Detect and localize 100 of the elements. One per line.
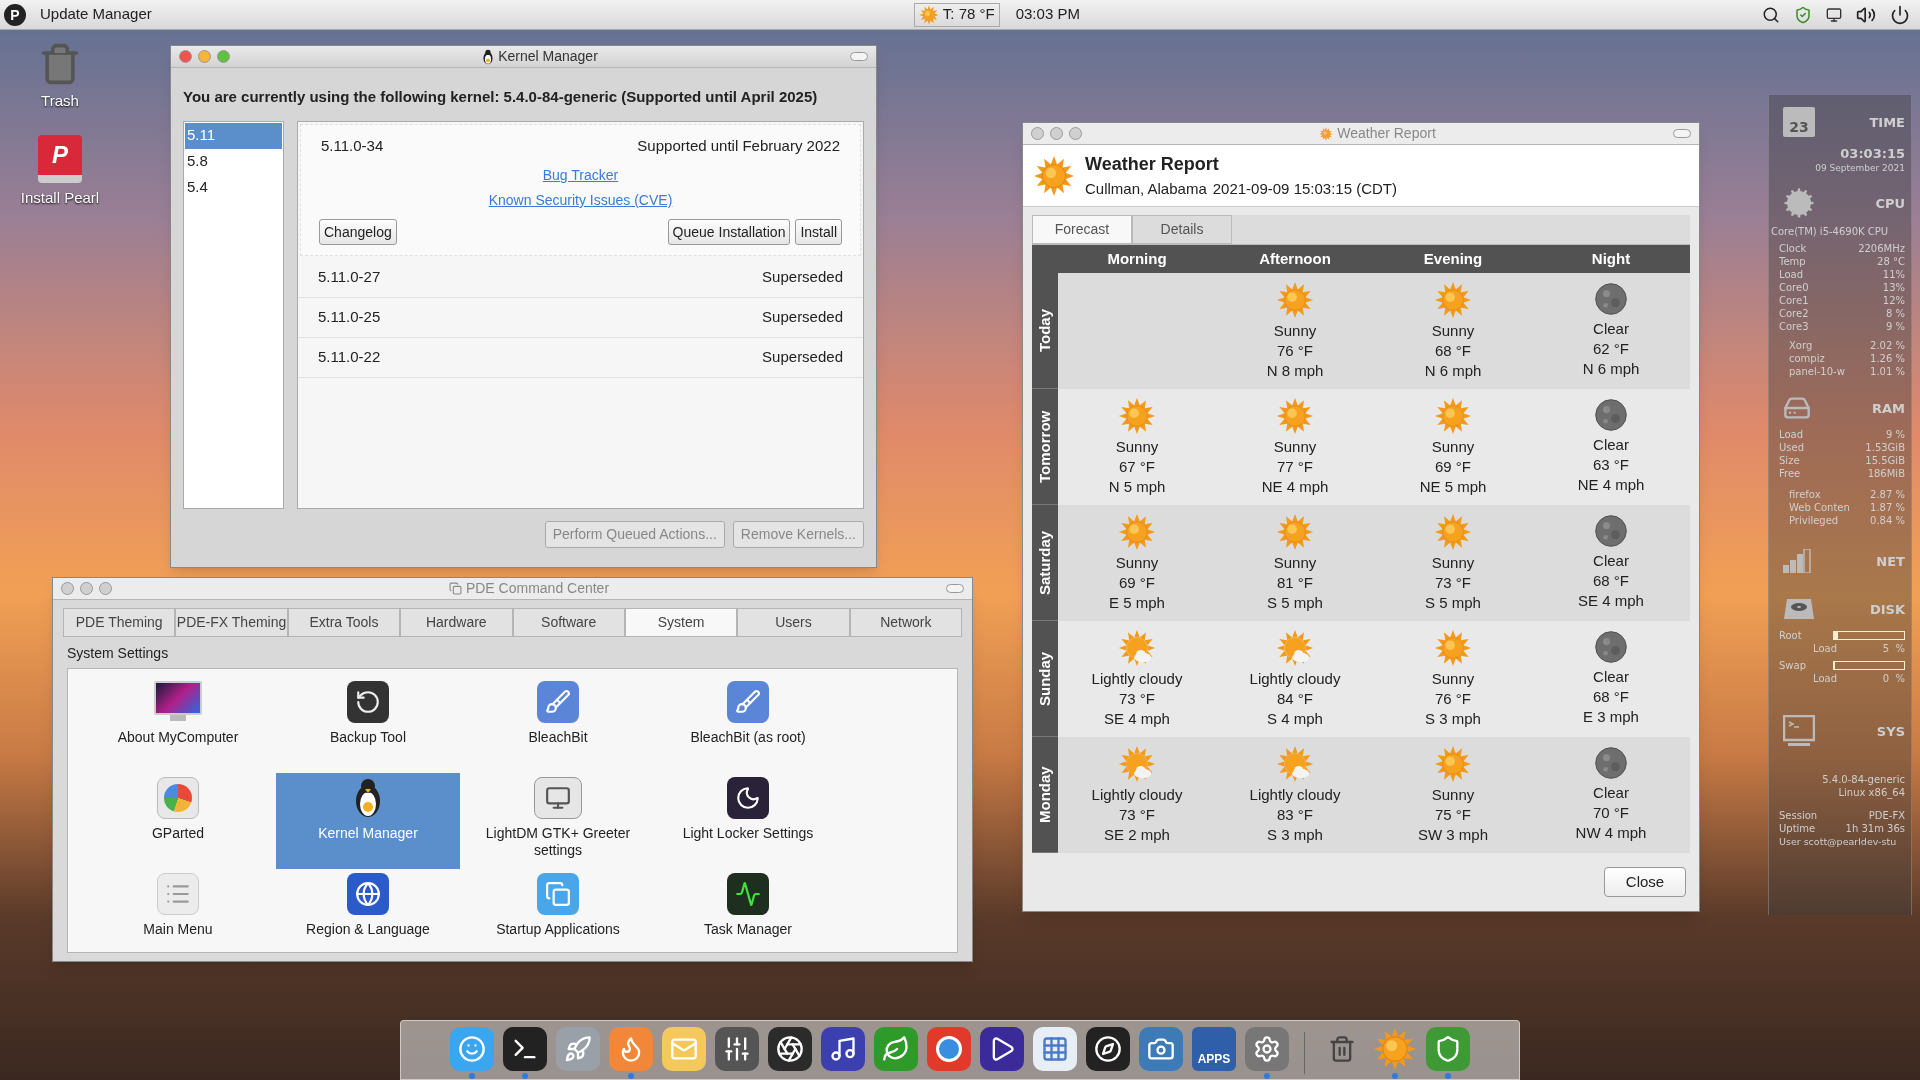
- stat-label: firefox: [1789, 488, 1821, 501]
- finder-dock-icon[interactable]: [450, 1027, 494, 1071]
- close-button[interactable]: [179, 50, 192, 63]
- condition-text: Clear: [1593, 435, 1629, 455]
- kernel-version: 5.11.0-22: [318, 347, 381, 368]
- minimize-button[interactable]: [1050, 127, 1063, 140]
- weather-tab[interactable]: Details: [1132, 215, 1232, 244]
- music-dock-icon[interactable]: [821, 1027, 865, 1071]
- pulse-monitor-icon: [727, 873, 769, 915]
- mixer-dock-icon[interactable]: [715, 1027, 759, 1071]
- kernel-series-item[interactable]: 5.4: [185, 174, 282, 201]
- window-title: PDE Command Center: [465, 579, 610, 598]
- wind-text: E 3 mph: [1583, 707, 1639, 727]
- logo-icon[interactable]: P: [4, 3, 26, 26]
- kernel-action-button[interactable]: Queue Installation: [667, 219, 791, 245]
- toolbar-toggle-button[interactable]: [1673, 129, 1691, 138]
- kernel-action-button[interactable]: Install: [795, 219, 842, 245]
- leaf-dock-icon[interactable]: [874, 1027, 918, 1071]
- kernel-row[interactable]: 5.11.0-22 Superseded: [298, 338, 863, 378]
- settings-tab[interactable]: Software: [512, 608, 625, 637]
- kernel-link[interactable]: Known Security Issues (CVE): [488, 190, 673, 211]
- section-heading: CPU: [1875, 196, 1905, 210]
- maximize-button[interactable]: [217, 50, 230, 63]
- sun-cloud-icon: [1118, 745, 1156, 783]
- settings-tab[interactable]: Users: [737, 608, 850, 637]
- settings-item[interactable]: About MyComputer: [86, 677, 270, 773]
- kernel-row[interactable]: 5.11.0-27 Superseded: [298, 258, 863, 298]
- settings-item[interactable]: Backup Tool: [276, 677, 460, 773]
- kernel-row[interactable]: 5.11.0-34 Supported until February 2022 Bug Tracker Known Security Issues (CVE) Changelog Queue Installation Install: [300, 123, 861, 256]
- settings-tab[interactable]: Hardware: [400, 608, 513, 637]
- settings-item[interactable]: Main Menu: [86, 869, 270, 952]
- clock[interactable]: 03:03 PM: [1015, 3, 1080, 26]
- minimize-button[interactable]: [198, 50, 211, 63]
- settings-item[interactable]: Light Locker Settings: [656, 773, 840, 869]
- installer-icon[interactable]: P: [38, 134, 82, 183]
- shield-check-icon[interactable]: [1794, 5, 1812, 24]
- volume-icon[interactable]: [1856, 4, 1876, 25]
- app-store-dock-icon[interactable]: APPS: [1192, 1027, 1236, 1071]
- rocket-dock-icon[interactable]: [556, 1027, 600, 1071]
- maximize-button[interactable]: [1069, 127, 1082, 140]
- weather-indicator[interactable]: T: 78 °F: [913, 2, 1000, 27]
- mail-dock-icon[interactable]: [662, 1027, 706, 1071]
- firefox-dock-icon[interactable]: [609, 1027, 653, 1071]
- settings-item[interactable]: BleachBit: [466, 677, 650, 773]
- stat-label: Core0: [1779, 281, 1809, 294]
- toolbar-toggle-button[interactable]: [850, 52, 868, 61]
- kernel-row[interactable]: 5.11.0-25 Superseded: [298, 298, 863, 338]
- kernel-action-button[interactable]: Changelog: [319, 219, 397, 245]
- condition-text: Sunny: [1115, 553, 1159, 573]
- kernel-link[interactable]: Bug Tracker: [542, 165, 619, 186]
- terminal-dock-icon[interactable]: [503, 1027, 547, 1071]
- record-dock-icon[interactable]: [927, 1027, 971, 1071]
- camera-dock-icon[interactable]: [1139, 1027, 1183, 1071]
- day-label: Tomorrow: [1032, 389, 1058, 505]
- settings-item[interactable]: Task Manager: [656, 869, 840, 952]
- settings-item[interactable]: Startup Applications: [466, 869, 650, 952]
- desktop-icon-label[interactable]: Trash: [41, 90, 79, 113]
- settings-tab[interactable]: PDE Theming: [63, 608, 176, 637]
- stat-value: 2206MHz: [1858, 242, 1905, 255]
- display-icon[interactable]: [1826, 6, 1842, 23]
- maximize-button[interactable]: [99, 582, 112, 595]
- grid-dock-icon[interactable]: [1033, 1027, 1077, 1071]
- minimize-button[interactable]: [80, 582, 93, 595]
- settings-item[interactable]: GParted: [86, 773, 270, 869]
- close-button[interactable]: [61, 582, 74, 595]
- stat-label: Xorg: [1789, 339, 1813, 352]
- settings-item[interactable]: Region & Language: [276, 869, 460, 952]
- stat-label: Core1: [1779, 294, 1809, 307]
- settings-tab[interactable]: PDE-FX Theming: [175, 608, 288, 637]
- wind-text: N 5 mph: [1108, 477, 1166, 497]
- close-button[interactable]: [1031, 127, 1044, 140]
- shield-dock-icon[interactable]: [1426, 1027, 1470, 1071]
- settings-item[interactable]: BleachBit (as root): [656, 677, 840, 773]
- compass-dock-icon[interactable]: [1086, 1027, 1130, 1071]
- kernel-series-item[interactable]: 5.8: [185, 148, 282, 175]
- desktop-icon-label[interactable]: Install Pearl: [20, 186, 100, 209]
- kernel-version: 5.11.0-27: [318, 267, 381, 288]
- stat-label: Load: [1813, 642, 1837, 655]
- stat-value: 1.53GiB: [1865, 441, 1905, 454]
- kernel-status: Superseded: [762, 307, 843, 328]
- settings-item[interactable]: LightDM GTK+ Greeter settings: [466, 773, 650, 869]
- settings-tab[interactable]: System: [624, 608, 738, 637]
- current-kernel-text: You are currently using the following kernel: 5.4.0-84-generic (Supported until April 2025): [183, 87, 819, 107]
- condition-text: Sunny: [1431, 553, 1475, 573]
- search-icon[interactable]: [1762, 5, 1780, 24]
- settings-dock-icon[interactable]: [1245, 1027, 1289, 1071]
- weather-tab[interactable]: Forecast: [1032, 215, 1132, 244]
- wind-text: E 5 mph: [1109, 593, 1165, 613]
- settings-tab[interactable]: Network: [849, 608, 962, 637]
- temperature-text: 73 °F: [1119, 689, 1155, 709]
- window-title: Kernel Manager: [498, 47, 598, 66]
- settings-tab[interactable]: Extra Tools: [287, 608, 401, 637]
- obs-dock-icon[interactable]: [768, 1027, 812, 1071]
- stat-value: 11%: [1882, 268, 1905, 281]
- toolbar-toggle-button[interactable]: [946, 584, 964, 593]
- temperature-text: 83 °F: [1277, 805, 1313, 825]
- play-dock-icon[interactable]: [980, 1027, 1024, 1071]
- condition-text: Lightly cloudy: [1249, 785, 1341, 805]
- power-icon[interactable]: [1890, 4, 1910, 25]
- close-dialog-button[interactable]: Close: [1604, 867, 1686, 897]
